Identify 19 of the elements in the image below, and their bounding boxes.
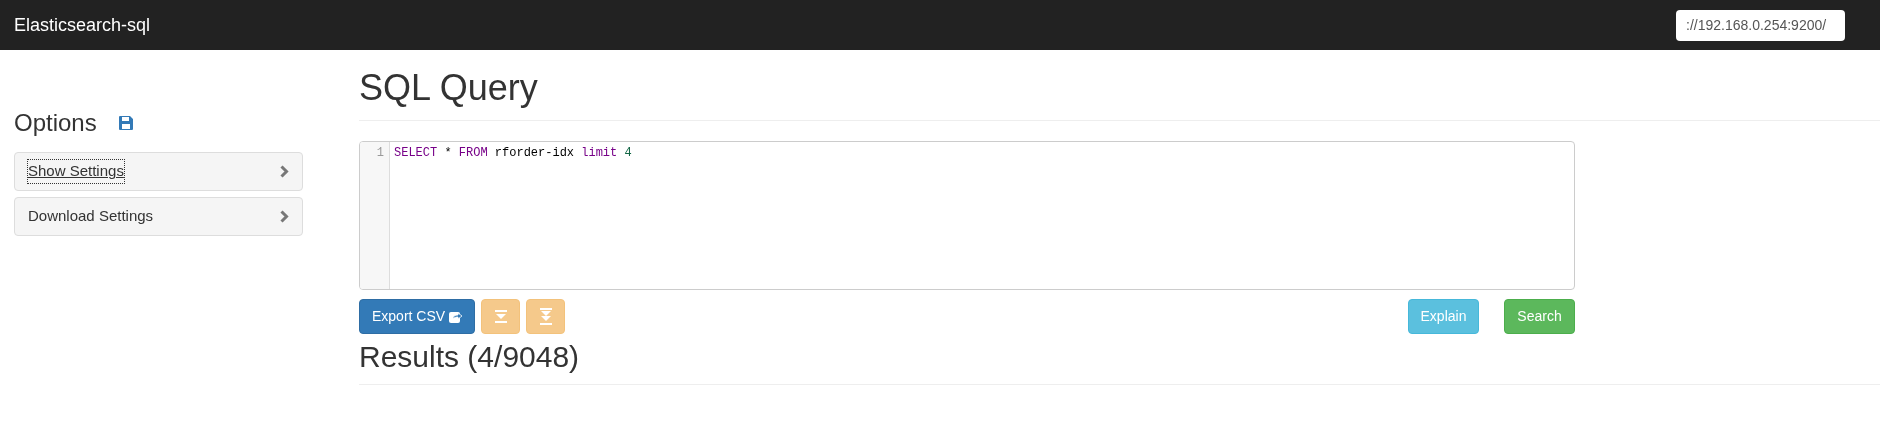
fast-down-icon <box>539 307 552 326</box>
chevron-right-icon <box>280 165 289 178</box>
panel-title[interactable]: Show Settings <box>28 160 124 183</box>
step-down-icon <box>494 310 507 323</box>
share-icon <box>449 310 463 323</box>
panel-title[interactable]: Download Settings <box>28 205 154 228</box>
save-icon[interactable] <box>118 116 133 130</box>
line-number: 1 <box>375 145 385 161</box>
settings-panel-header[interactable]: Download Settings <box>14 197 303 236</box>
export-csv-button[interactable]: Export CSV <box>359 299 476 334</box>
brand-title[interactable]: Elasticsearch-sql <box>14 11 151 39</box>
page-title: SQL Query <box>359 66 539 110</box>
code-line: SELECT * FROM rforder-idx limit 4 <box>394 145 632 161</box>
url-field[interactable]: ://192.168.0.254:9200/ <box>1676 9 1845 41</box>
settings-panel-header[interactable]: Show Settings <box>14 152 303 191</box>
results-heading: Results (4/9048) <box>359 339 581 375</box>
code-editor[interactable]: 1 SELECT * FROM rforder-idx limit 4 <box>359 141 1575 290</box>
chevron-right-icon <box>280 210 289 223</box>
options-heading: Options <box>14 108 97 138</box>
